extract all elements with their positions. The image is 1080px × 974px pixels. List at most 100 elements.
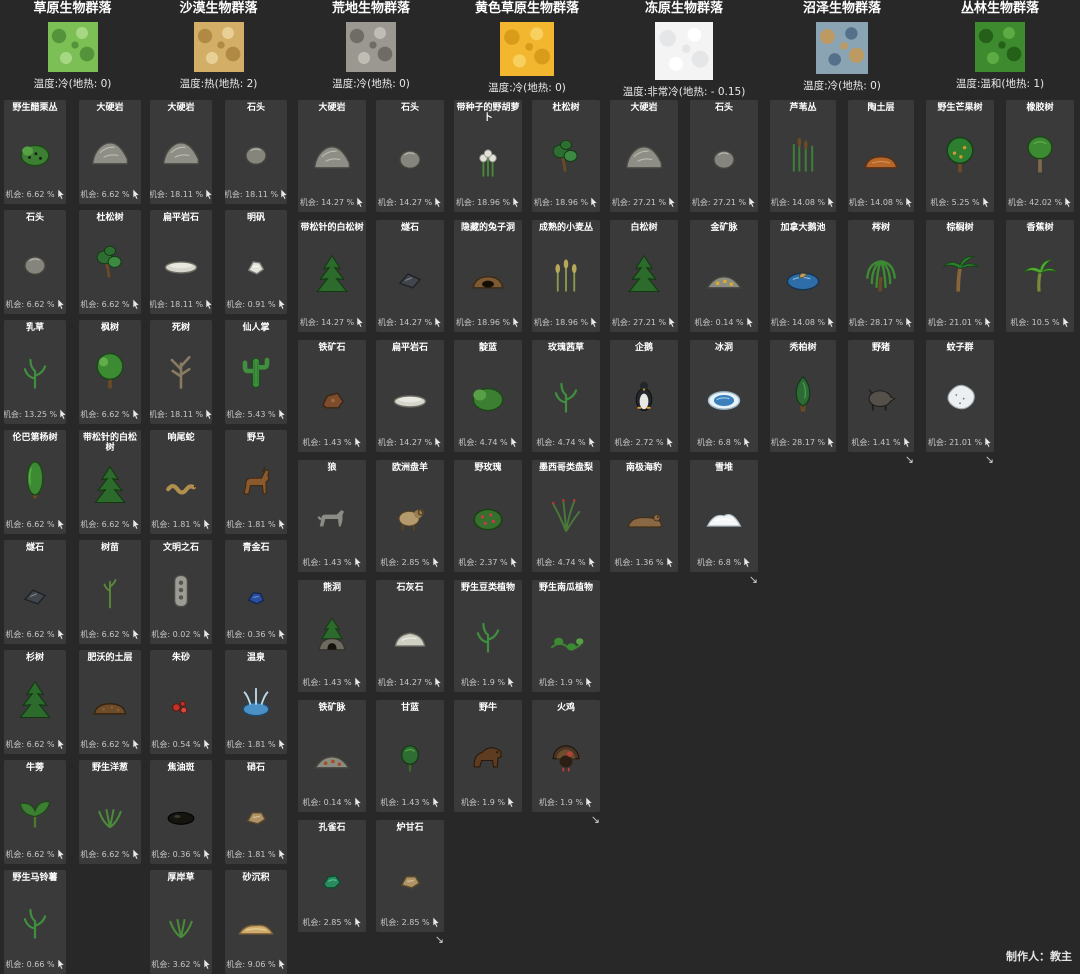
item-card[interactable]: 石头 机会: 27.21 % bbox=[690, 100, 758, 212]
item-card[interactable]: 炉甘石 机会: 2.85 % bbox=[376, 820, 444, 932]
item-card[interactable]: 白松树 机会: 27.21 % bbox=[610, 220, 678, 332]
item-card[interactable]: 伦巴第杨树 机会: 6.62 % bbox=[4, 430, 66, 534]
item-card[interactable]: 仙人掌 机会: 5.43 % bbox=[225, 320, 287, 424]
item-chance-row: 机会: 6.62 % bbox=[80, 409, 139, 420]
item-card[interactable]: 孔雀石 机会: 2.85 % bbox=[298, 820, 366, 932]
resize-handle-icon[interactable]: ↘ bbox=[770, 454, 914, 466]
item-card[interactable]: 硝石 机会: 1.81 % bbox=[225, 760, 287, 864]
item-chance-row: 机会: 1.43 % bbox=[302, 677, 361, 688]
item-card[interactable]: 野牛 机会: 1.9 % bbox=[454, 700, 522, 812]
item-card[interactable]: 温泉 机会: 1.81 % bbox=[225, 650, 287, 754]
item-card[interactable]: 火鸡 机会: 1.9 % bbox=[532, 700, 600, 812]
item-card[interactable]: 牛蒡 机会: 6.62 % bbox=[4, 760, 66, 864]
item-card[interactable]: 香蕉树 机会: 10.5 % bbox=[1006, 220, 1074, 332]
resize-handle-icon[interactable]: ↘ bbox=[454, 814, 600, 826]
cursor-icon bbox=[507, 797, 515, 808]
item-card[interactable]: 金矿脉 机会: 0.14 % bbox=[690, 220, 758, 332]
item-card[interactable]: 铁矿石 机会: 1.43 % bbox=[298, 340, 366, 452]
item-card[interactable]: 焦油斑 机会: 0.36 % bbox=[150, 760, 212, 864]
item-card[interactable]: 石头 机会: 6.62 % bbox=[4, 210, 66, 314]
biome-swatch-wrap bbox=[346, 22, 396, 72]
item-card[interactable]: 厚岸草 机会: 3.62 % bbox=[150, 870, 212, 974]
item-card[interactable]: 杜松树 机会: 6.62 % bbox=[79, 210, 141, 314]
item-card[interactable]: 枫树 机会: 6.62 % bbox=[79, 320, 141, 424]
item-card[interactable]: 燧石 机会: 14.27 % bbox=[376, 220, 444, 332]
item-card[interactable]: 燧石 机会: 6.62 % bbox=[4, 540, 66, 644]
item-card[interactable]: 野马 机会: 1.81 % bbox=[225, 430, 287, 534]
item-card[interactable]: 肥沃的土层 机会: 6.62 % bbox=[79, 650, 141, 754]
plant-icon bbox=[6, 333, 64, 409]
item-card[interactable]: 大硬岩 机会: 14.27 % bbox=[298, 100, 366, 212]
item-card[interactable]: 大硬岩 机会: 27.21 % bbox=[610, 100, 678, 212]
item-card[interactable]: 文明之石 机会: 0.02 % bbox=[150, 540, 212, 644]
item-card[interactable]: 靛蓝 机会: 4.74 % bbox=[454, 340, 522, 452]
item-card[interactable]: 野生马铃薯 机会: 0.66 % bbox=[4, 870, 66, 974]
item-card[interactable]: 铁矿脉 机会: 0.14 % bbox=[298, 700, 366, 812]
item-card[interactable]: 死树 机会: 18.11 % bbox=[150, 320, 212, 424]
item-chance: 机会: 1.81 % bbox=[226, 849, 275, 860]
bear-cave-icon bbox=[300, 593, 364, 677]
item-card[interactable]: 大硬岩 机会: 6.62 % bbox=[79, 100, 141, 204]
item-card[interactable]: 野玫瑰 机会: 2.37 % bbox=[454, 460, 522, 572]
item-card[interactable]: 朱砂 机会: 0.54 % bbox=[150, 650, 212, 754]
item-chance: 机会: 42.02 % bbox=[1008, 197, 1062, 208]
snake-icon bbox=[152, 443, 210, 519]
item-chance-row: 机会: 2.85 % bbox=[302, 917, 361, 928]
item-card[interactable]: 大硬岩 机会: 18.11 % bbox=[150, 100, 212, 204]
item-card[interactable]: 墨西哥类盘梨 机会: 4.74 % bbox=[532, 460, 600, 572]
item-card[interactable]: 加拿大鹅池 机会: 14.08 % bbox=[770, 220, 836, 332]
item-card[interactable]: 企鹅 机会: 2.72 % bbox=[610, 340, 678, 452]
item-card[interactable]: 橡胶树 机会: 42.02 % bbox=[1006, 100, 1074, 212]
item-card[interactable]: 乳草 机会: 13.25 % bbox=[4, 320, 66, 424]
item-card[interactable]: 明矾 机会: 0.91 % bbox=[225, 210, 287, 314]
item-card[interactable]: 成熟的小麦丛 机会: 18.96 % bbox=[532, 220, 600, 332]
item-card[interactable]: 带种子的野胡萝卜 机会: 18.96 % bbox=[454, 100, 522, 212]
item-card[interactable]: 野生醋栗丛 机会: 6.62 % bbox=[4, 100, 66, 204]
item-name: 炉甘石 bbox=[396, 823, 423, 833]
item-card[interactable]: 玫瑰茜草 机会: 4.74 % bbox=[532, 340, 600, 452]
item-card[interactable]: 扁平岩石 机会: 14.27 % bbox=[376, 340, 444, 452]
item-card[interactable]: 野生芒果树 机会: 5.25 % bbox=[926, 100, 994, 212]
item-card[interactable]: 蚊子群 机会: 21.01 % bbox=[926, 340, 994, 452]
item-card[interactable]: 石头 机会: 14.27 % bbox=[376, 100, 444, 212]
item-card[interactable]: 棕榈树 机会: 21.01 % bbox=[926, 220, 994, 332]
item-card[interactable]: 树苗 机会: 6.62 % bbox=[79, 540, 141, 644]
resize-handle-icon[interactable]: ↘ bbox=[610, 574, 758, 586]
item-card[interactable]: 野猪 机会: 1.41 % bbox=[848, 340, 914, 452]
item-card[interactable]: 砂沉积 机会: 9.06 % bbox=[225, 870, 287, 974]
item-card[interactable]: 杜松树 机会: 18.96 % bbox=[532, 100, 600, 212]
item-card[interactable]: 欧洲盘羊 机会: 2.85 % bbox=[376, 460, 444, 572]
item-card[interactable]: 杉树 机会: 6.62 % bbox=[4, 650, 66, 754]
item-card[interactable]: 野生南瓜植物 机会: 1.9 % bbox=[532, 580, 600, 692]
item-card[interactable]: 响尾蛇 机会: 1.81 % bbox=[150, 430, 212, 534]
item-card[interactable]: 秃柏树 机会: 28.17 % bbox=[770, 340, 836, 452]
item-card[interactable]: 甘蓝 机会: 1.43 % bbox=[376, 700, 444, 812]
item-card[interactable]: 石头 机会: 18.11 % bbox=[225, 100, 287, 204]
biome-header-block: 沙漠生物群落 温度:热(地热: 2) bbox=[150, 0, 287, 94]
item-chance: 机会: 18.96 % bbox=[534, 197, 588, 208]
resize-handle-icon[interactable]: ↘ bbox=[298, 934, 444, 946]
item-card[interactable]: 南极海豹 机会: 1.36 % bbox=[610, 460, 678, 572]
item-card[interactable]: 野生豆类植物 机会: 1.9 % bbox=[454, 580, 522, 692]
item-card[interactable]: 带松针的白松树 机会: 14.27 % bbox=[298, 220, 366, 332]
item-card[interactable]: 青金石 机会: 0.36 % bbox=[225, 540, 287, 644]
item-card[interactable]: 梣树 机会: 28.17 % bbox=[848, 220, 914, 332]
item-card[interactable]: 芦苇丛 机会: 14.08 % bbox=[770, 100, 836, 212]
item-card[interactable]: 野生洋葱 机会: 6.62 % bbox=[79, 760, 141, 864]
item-card[interactable]: 扁平岩石 机会: 18.11 % bbox=[150, 210, 212, 314]
item-card[interactable]: 陶土层 机会: 14.08 % bbox=[848, 100, 914, 212]
item-chance: 机会: 18.11 % bbox=[150, 189, 203, 200]
item-card[interactable]: 狼 机会: 1.43 % bbox=[298, 460, 366, 572]
item-chance-row: 机会: 2.37 % bbox=[458, 557, 517, 568]
item-card[interactable]: 隐藏的兔子洞 机会: 18.96 % bbox=[454, 220, 522, 332]
biome-temperature: 温度:冷(地热: 0) bbox=[34, 77, 112, 91]
item-card[interactable]: 雪堆 机会: 6.8 % bbox=[690, 460, 758, 572]
cursor-icon bbox=[905, 197, 913, 208]
limestone-icon bbox=[378, 593, 442, 677]
item-card[interactable]: 冰洞 机会: 6.8 % bbox=[690, 340, 758, 452]
item-card[interactable]: 带松针的白松树 机会: 6.62 % bbox=[79, 430, 141, 534]
resize-handle-icon[interactable]: ↘ bbox=[926, 454, 994, 466]
item-card[interactable]: 石灰石 机会: 14.27 % bbox=[376, 580, 444, 692]
cursor-icon bbox=[278, 629, 286, 640]
item-card[interactable]: 熊洞 机会: 1.43 % bbox=[298, 580, 366, 692]
